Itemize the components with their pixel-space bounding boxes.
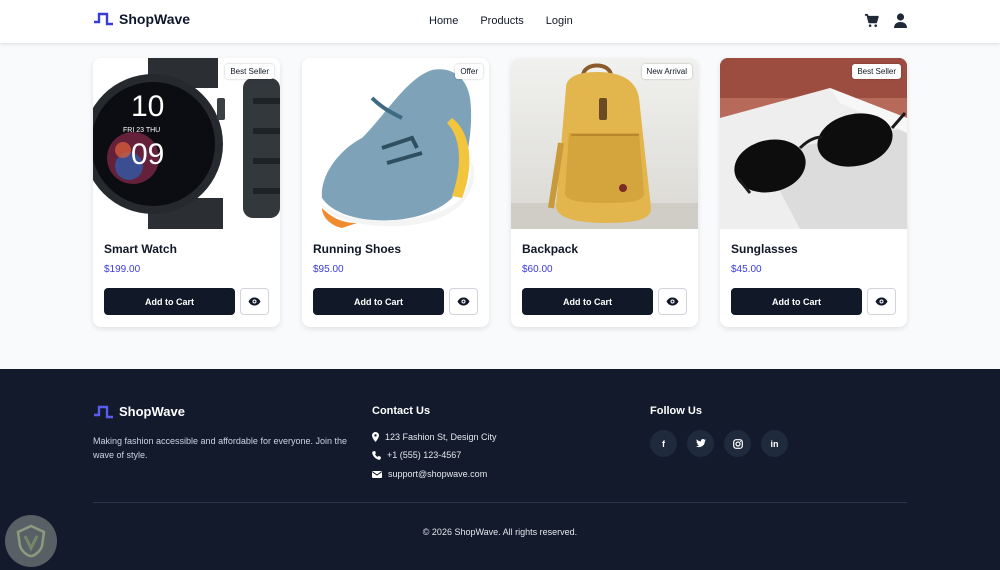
phone-text: +1 (555) 123-4567 bbox=[387, 450, 462, 460]
site-header: ShopWave Home Products Login bbox=[0, 0, 1000, 43]
cart-icon[interactable] bbox=[864, 13, 879, 28]
product-name[interactable]: Backpack bbox=[522, 242, 578, 256]
contact-email[interactable]: support@shopwave.com bbox=[372, 469, 487, 479]
follow-heading: Follow Us bbox=[650, 405, 702, 417]
svg-text:FRI 23 THU: FRI 23 THU bbox=[123, 127, 160, 134]
add-to-cart-button[interactable]: Add to Cart bbox=[104, 288, 235, 315]
facebook-button[interactable]: f bbox=[650, 430, 677, 457]
footer-brand[interactable]: ShopWave bbox=[93, 404, 185, 419]
product-image-smart-watch[interactable]: 10 FRI 23 THU 09 Best Seller bbox=[93, 58, 280, 229]
logo-icon bbox=[94, 405, 113, 418]
product-card: Best Seller Sunglasses $45.00 Add to Car… bbox=[720, 58, 907, 327]
linkedin-button[interactable]: in bbox=[761, 430, 788, 457]
header-actions bbox=[864, 13, 907, 28]
product-image-sunglasses[interactable]: Best Seller bbox=[720, 58, 907, 229]
brand-logo[interactable]: ShopWave bbox=[93, 11, 190, 27]
product-image-running-shoes[interactable]: Offer bbox=[302, 58, 489, 229]
product-image-backpack[interactable]: New Arrival bbox=[511, 58, 698, 229]
nav-home[interactable]: Home bbox=[429, 15, 458, 27]
nav-products[interactable]: Products bbox=[480, 15, 523, 27]
quick-view-button[interactable] bbox=[867, 288, 896, 315]
instagram-button[interactable] bbox=[724, 430, 751, 457]
contact-heading: Contact Us bbox=[372, 405, 431, 417]
product-price: $199.00 bbox=[104, 264, 141, 275]
user-icon[interactable] bbox=[894, 13, 907, 28]
facebook-icon: f bbox=[662, 438, 665, 449]
quick-view-button[interactable] bbox=[449, 288, 478, 315]
product-price: $45.00 bbox=[731, 264, 762, 275]
product-name[interactable]: Sunglasses bbox=[731, 242, 798, 256]
linkedin-icon: in bbox=[770, 438, 779, 449]
footer-divider bbox=[93, 502, 907, 503]
contact-phone[interactable]: +1 (555) 123-4567 bbox=[372, 450, 461, 460]
phone-icon bbox=[372, 450, 381, 460]
eye-icon bbox=[666, 297, 679, 306]
main-nav: Home Products Login bbox=[429, 15, 573, 27]
product-badge: New Arrival bbox=[641, 64, 692, 79]
instagram-icon bbox=[732, 438, 743, 449]
eye-icon bbox=[457, 297, 470, 306]
product-price: $95.00 bbox=[313, 264, 344, 275]
product-card: New Arrival Backpack $60.00 Add to Cart bbox=[511, 58, 698, 327]
product-badge: Offer bbox=[455, 64, 483, 79]
twitter-icon bbox=[695, 439, 706, 448]
map-pin-icon bbox=[372, 432, 379, 442]
envelope-icon bbox=[372, 470, 382, 478]
email-text: support@shopwave.com bbox=[388, 469, 488, 479]
footer-description: Making fashion accessible and affordable… bbox=[93, 436, 347, 460]
add-to-cart-button[interactable]: Add to Cart bbox=[522, 288, 653, 315]
product-card: 10 FRI 23 THU 09 Best Seller Smart Watch… bbox=[93, 58, 280, 327]
product-name[interactable]: Smart Watch bbox=[104, 242, 177, 256]
product-price: $60.00 bbox=[522, 264, 553, 275]
nav-login[interactable]: Login bbox=[546, 15, 573, 27]
add-to-cart-button[interactable]: Add to Cart bbox=[313, 288, 444, 315]
twitter-button[interactable] bbox=[687, 430, 714, 457]
logo-icon bbox=[94, 12, 113, 26]
svg-text:09: 09 bbox=[131, 138, 164, 171]
product-card: Offer Running Shoes $95.00 Add to Cart bbox=[302, 58, 489, 327]
eye-icon bbox=[248, 297, 261, 306]
address-text: 123 Fashion St, Design City bbox=[385, 432, 497, 442]
quick-view-button[interactable] bbox=[240, 288, 269, 315]
product-badge: Best Seller bbox=[225, 64, 274, 79]
site-footer: ShopWave Making fashion accessible and a… bbox=[0, 369, 1000, 570]
quick-view-button[interactable] bbox=[658, 288, 687, 315]
watermark-seal bbox=[5, 515, 57, 567]
svg-text:10: 10 bbox=[131, 90, 164, 123]
add-to-cart-button[interactable]: Add to Cart bbox=[731, 288, 862, 315]
product-name[interactable]: Running Shoes bbox=[313, 242, 401, 256]
product-badge: Best Seller bbox=[852, 64, 901, 79]
contact-address: 123 Fashion St, Design City bbox=[372, 432, 497, 442]
brand-name: ShopWave bbox=[119, 11, 191, 27]
eye-icon bbox=[875, 297, 888, 306]
copyright-text: © 2026 ShopWave. All rights reserved. bbox=[422, 527, 578, 537]
footer-brand-name: ShopWave bbox=[119, 404, 185, 419]
